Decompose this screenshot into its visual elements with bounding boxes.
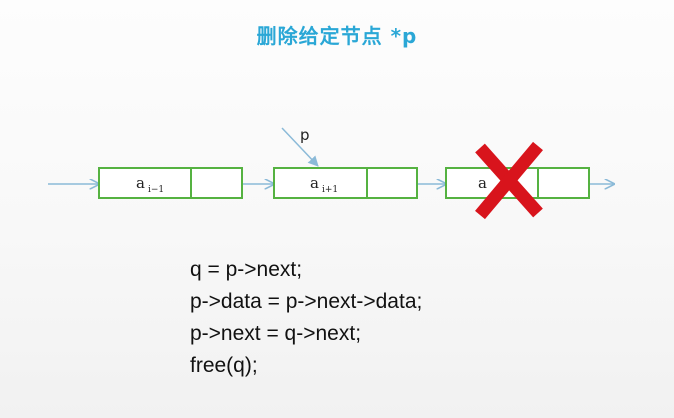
code-line-4: free(q); — [190, 354, 258, 377]
node-2-subscript: i+1 — [322, 185, 338, 195]
code-block: q = p->next; p->data = p->next->data; p-… — [190, 254, 422, 382]
slide: 删除给定节点 *p a i−1 a i+1 a p q = p->next; p… — [0, 0, 674, 418]
code-line-3: p->next = q->next; — [190, 322, 362, 345]
svg-text:a: a — [478, 174, 487, 192]
list-node-2: a i+1 — [273, 167, 418, 199]
node-1-data-label: a — [136, 174, 145, 192]
code-line-2: p->data = p->next->data; — [190, 290, 423, 313]
code-line-1: q = p->next; — [190, 258, 303, 281]
node-3-data-label: a — [478, 174, 487, 192]
pointer-label: p — [300, 126, 310, 144]
list-node-1: a i−1 — [98, 167, 243, 199]
node-2-data-label: a — [310, 174, 319, 192]
node-1-subscript: i−1 — [148, 185, 164, 195]
